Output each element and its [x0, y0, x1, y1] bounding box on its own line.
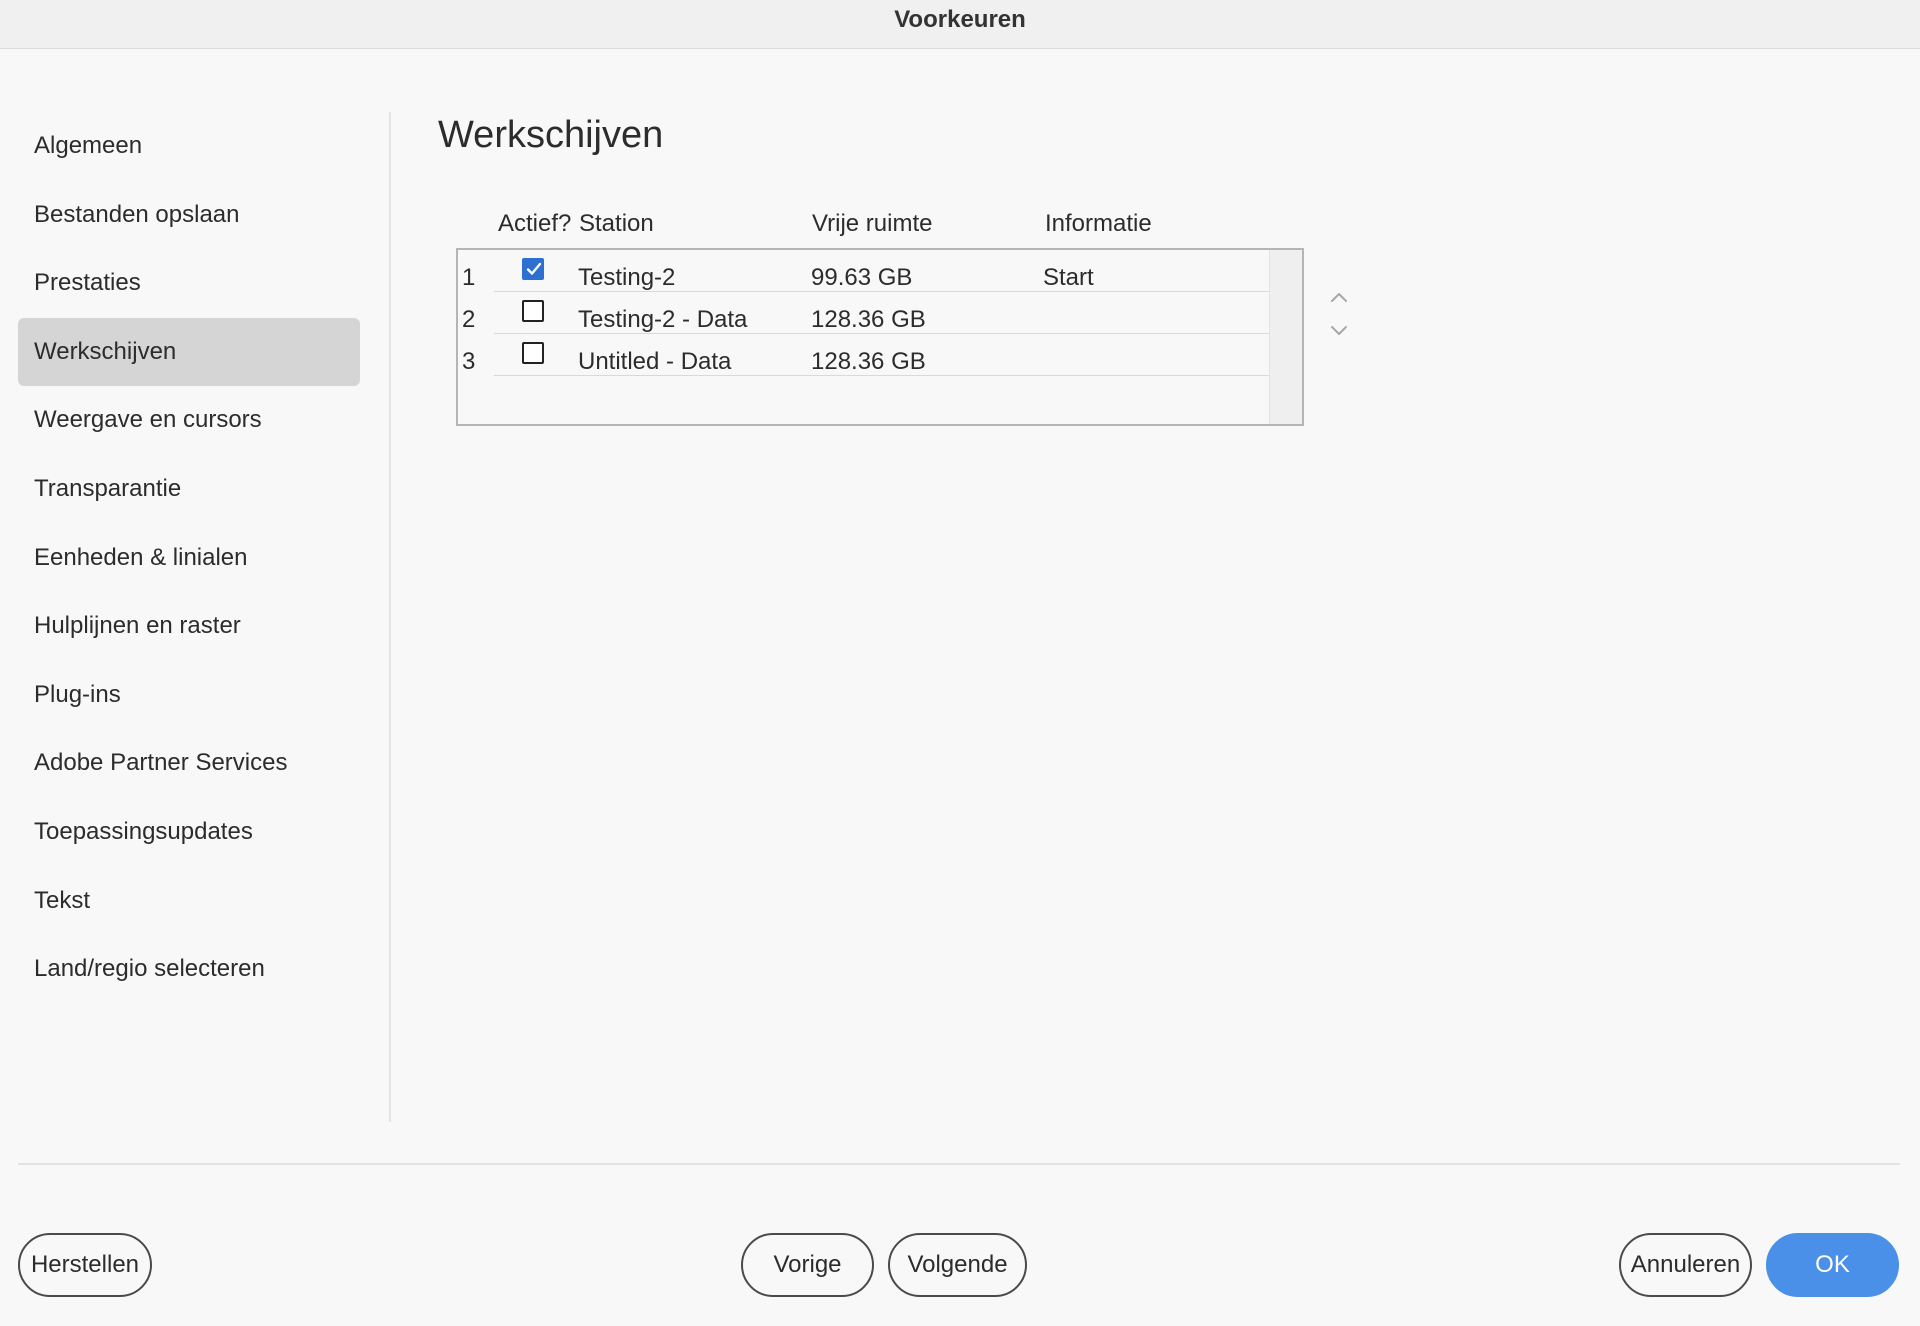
sidebar-item-transparantie[interactable]: Transparantie	[18, 455, 360, 523]
table-row[interactable]: 3 Untitled - Data 128.36 GB	[458, 334, 1273, 376]
info-text: Start	[1043, 264, 1094, 291]
sidebar-item-bestanden-opslaan[interactable]: Bestanden opslaan	[18, 181, 360, 249]
sidebar-item-werkschijven[interactable]: Werkschijven	[18, 317, 360, 386]
row-index: 2	[462, 306, 476, 333]
column-header-active: Actief?	[498, 210, 572, 237]
cancel-button[interactable]: Annuleren	[1619, 1233, 1752, 1297]
window-title: Voorkeuren	[0, 0, 1920, 49]
row-index: 1	[462, 264, 476, 291]
active-checkbox[interactable]	[522, 342, 544, 364]
sidebar: Algemeen Bestanden opslaan Prestaties We…	[18, 112, 360, 1004]
page-title: Werkschijven	[438, 114, 664, 156]
row-separator	[494, 375, 1273, 376]
sidebar-item-tekst[interactable]: Tekst	[18, 867, 360, 935]
previous-button[interactable]: Vorige	[741, 1233, 874, 1297]
sidebar-item-adobe-partner-services[interactable]: Adobe Partner Services	[18, 729, 360, 797]
column-header-station: Station	[579, 210, 654, 237]
chevron-down-icon[interactable]	[1328, 320, 1350, 342]
active-checkbox[interactable]	[522, 258, 544, 280]
station-name: Testing-2 - Data	[578, 306, 748, 333]
sidebar-item-hulplijnen-en-raster[interactable]: Hulplijnen en raster	[18, 592, 360, 660]
row-index: 3	[462, 348, 476, 375]
sidebar-item-plug-ins[interactable]: Plug-ins	[18, 661, 360, 729]
column-header-free-space: Vrije ruimte	[812, 210, 933, 237]
scratch-disk-table: 1 Testing-2 99.63 GB Start 2 Testing-2 -…	[456, 248, 1304, 426]
column-header-info: Informatie	[1045, 210, 1152, 237]
active-checkbox[interactable]	[522, 300, 544, 322]
reset-button[interactable]: Herstellen	[18, 1233, 152, 1297]
ok-button[interactable]: OK	[1766, 1233, 1899, 1297]
free-space: 128.36 GB	[811, 348, 926, 375]
sidebar-item-toepassingsupdates[interactable]: Toepassingsupdates	[18, 798, 360, 866]
check-icon	[526, 262, 542, 275]
sidebar-item-weergave-en-cursors[interactable]: Weergave en cursors	[18, 386, 360, 454]
table-row[interactable]: 2 Testing-2 - Data 128.36 GB	[458, 292, 1273, 334]
sidebar-item-algemeen[interactable]: Algemeen	[18, 112, 360, 180]
free-space: 99.63 GB	[811, 264, 913, 291]
sidebar-divider	[389, 112, 391, 1122]
next-button[interactable]: Volgende	[888, 1233, 1027, 1297]
sidebar-item-prestaties[interactable]: Prestaties	[18, 249, 360, 317]
sidebar-item-land-regio-selecteren[interactable]: Land/regio selecteren	[18, 935, 360, 1003]
chevron-up-icon[interactable]	[1328, 286, 1350, 308]
table-row[interactable]: 1 Testing-2 99.63 GB Start	[458, 250, 1273, 292]
sidebar-item-eenheden-linialen[interactable]: Eenheden & linialen	[18, 524, 360, 592]
table-scrollbar[interactable]	[1269, 250, 1302, 424]
footer-divider	[18, 1163, 1900, 1165]
free-space: 128.36 GB	[811, 306, 926, 333]
station-name: Testing-2	[578, 264, 676, 291]
station-name: Untitled - Data	[578, 348, 732, 375]
